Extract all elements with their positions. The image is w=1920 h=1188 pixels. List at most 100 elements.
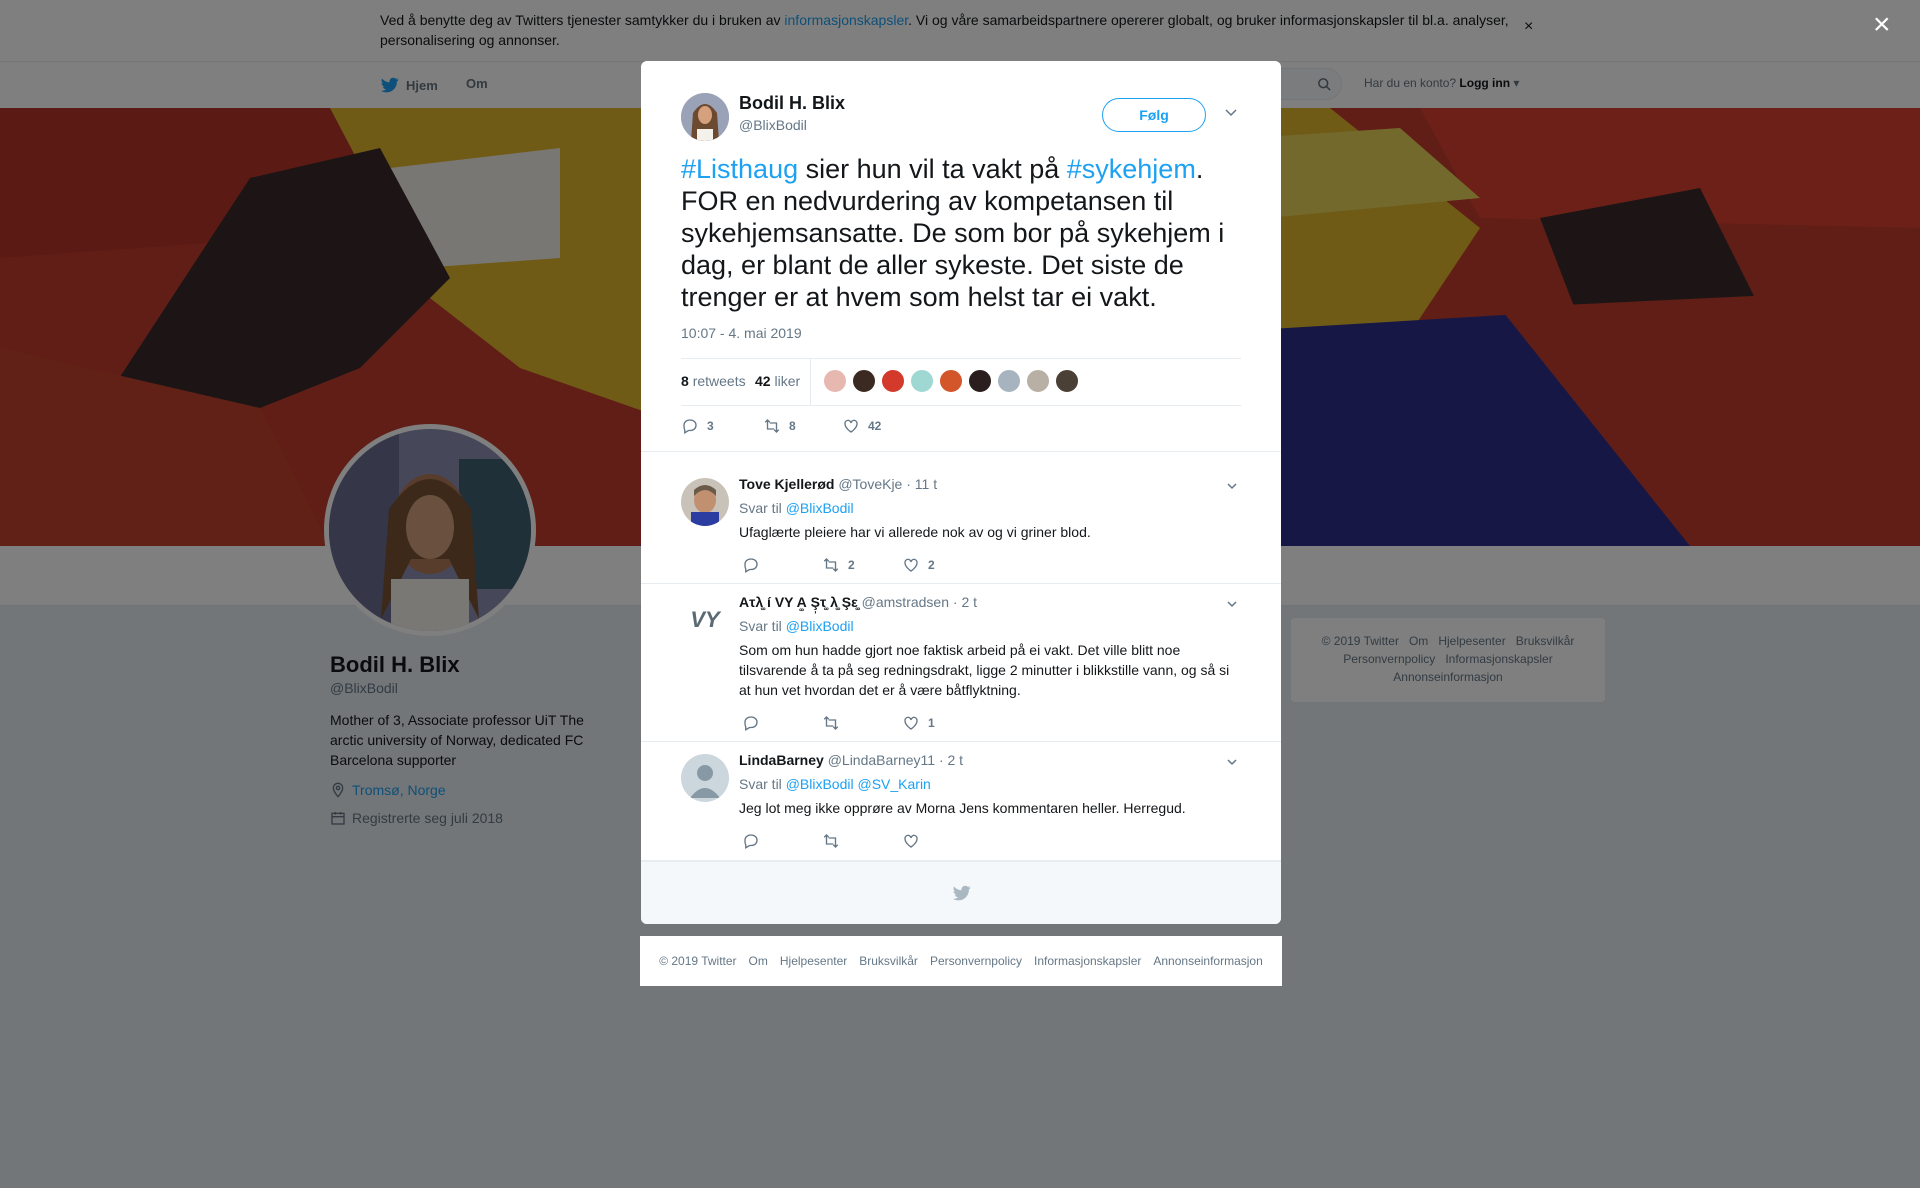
- reply-to: Svar til @BlixBodil: [739, 618, 854, 634]
- footer-copyright: © 2019 Twitter: [659, 954, 737, 968]
- footer-privacy-link[interactable]: Personvernpolicy: [930, 954, 1022, 968]
- tweet-modal: Bodil H. Blix @BlixBodil Følg #Listhaug …: [641, 61, 1281, 924]
- reply-to-mention[interactable]: @BlixBodil: [786, 618, 854, 634]
- reply-avatar[interactable]: [681, 478, 729, 526]
- reply-time[interactable]: · 2 t: [939, 752, 963, 768]
- reply-header: Tove Kjellerød @ToveKje · 11 t: [739, 476, 937, 492]
- retweet-icon: [823, 716, 839, 730]
- retweet-count: 8: [789, 419, 796, 433]
- reply-avatar[interactable]: [681, 754, 729, 802]
- retweets-stat[interactable]: 8 retweets: [681, 373, 746, 389]
- liker-avatar[interactable]: [823, 369, 847, 393]
- tweet-timestamp[interactable]: 10:07 - 4. mai 2019: [681, 325, 802, 341]
- tweet-actions: 3 8 42: [681, 417, 981, 437]
- liker-avatar[interactable]: [910, 369, 934, 393]
- hashtag-link[interactable]: #sykehjem: [1067, 154, 1196, 184]
- reply-icon: [744, 558, 758, 573]
- retweets-label: retweets: [692, 373, 746, 389]
- retweet-icon: [823, 558, 839, 572]
- tweet-author-avatar[interactable]: [681, 93, 729, 141]
- like-action[interactable]: 2: [902, 556, 935, 574]
- like-count: 42: [868, 419, 882, 433]
- likers-avatars: [823, 369, 1079, 393]
- liker-avatar[interactable]: [968, 369, 992, 393]
- reply-action[interactable]: 3: [681, 417, 714, 435]
- footer-help-link[interactable]: Hjelpesenter: [780, 954, 847, 968]
- follow-button[interactable]: Følg: [1102, 98, 1206, 132]
- reply-to: Svar til @BlixBodil @SV_Karin: [739, 776, 931, 792]
- like-action[interactable]: [902, 832, 928, 850]
- retweet-action[interactable]: [822, 714, 848, 732]
- footer-terms-link[interactable]: Bruksvilkår: [859, 954, 918, 968]
- divider: [641, 451, 1281, 452]
- reply-time[interactable]: · 11 t: [906, 476, 937, 492]
- tweet-stats: 8 retweets 42 liker: [681, 358, 1241, 406]
- reply-author-handle[interactable]: @LindaBarney11: [828, 752, 935, 768]
- reply-action[interactable]: [742, 832, 768, 850]
- reply-header: Aτλ͚ í VY A͚ Ş̩τ͚ λ͚ Şε͚ @amstradsen · 2…: [739, 594, 977, 610]
- heart-icon: [904, 558, 918, 572]
- heart-icon: [844, 419, 858, 433]
- reply-to-mention[interactable]: @BlixBodil: [786, 500, 854, 516]
- reply-to-label: Svar til: [739, 776, 782, 792]
- chevron-down-icon[interactable]: [1226, 598, 1238, 610]
- reply-to-label: Svar til: [739, 500, 782, 516]
- liker-avatar[interactable]: [881, 369, 905, 393]
- reply-header: LindaBarney @LindaBarney11 · 2 t: [739, 752, 963, 768]
- reply-action[interactable]: [742, 556, 768, 574]
- liker-avatar[interactable]: [1055, 369, 1079, 393]
- reply-text: Ufaglærte pleiere har vi allerede nok av…: [739, 524, 1091, 540]
- overlay-close-button[interactable]: ×: [1873, 10, 1891, 40]
- tweet-text-part: sier hun vil ta vakt på: [798, 154, 1067, 184]
- liker-avatar[interactable]: [997, 369, 1021, 393]
- reply-action[interactable]: [742, 714, 768, 732]
- tweet-author-handle[interactable]: @BlixBodil: [739, 117, 807, 133]
- retweet-action[interactable]: 2: [822, 556, 855, 574]
- reply-to-mention[interactable]: @BlixBodil @SV_Karin: [786, 776, 931, 792]
- modal-footer: © 2019 Twitter Om Hjelpesenter Bruksvilk…: [640, 936, 1282, 986]
- reply-tweet[interactable]: LindaBarney @LindaBarney11 · 2 t Svar ti…: [641, 742, 1281, 861]
- reply-author-handle[interactable]: @amstradsen: [862, 594, 949, 610]
- reply-text: Som om hun hadde gjort noe faktisk arbei…: [739, 642, 1230, 698]
- chevron-down-icon[interactable]: [1226, 756, 1238, 768]
- reply-icon: [683, 419, 697, 434]
- reply-author-name[interactable]: Tove Kjellerød: [739, 476, 834, 492]
- liker-avatar[interactable]: [939, 369, 963, 393]
- reply-avatar[interactable]: VY: [681, 596, 729, 644]
- footer-about-link[interactable]: Om: [749, 954, 768, 968]
- reply-actions: 2 2: [742, 556, 1042, 576]
- retweet-icon: [823, 834, 839, 848]
- like-action[interactable]: 42: [842, 417, 881, 435]
- liker-avatar[interactable]: [852, 369, 876, 393]
- reply-text: Jeg lot meg ikke opprøre av Morna Jens k…: [739, 800, 1186, 816]
- footer-cookies-link[interactable]: Informasjonskapsler: [1034, 954, 1141, 968]
- reply-tweet[interactable]: Tove Kjellerød @ToveKje · 11 t Svar til …: [641, 466, 1281, 584]
- reply-author-handle[interactable]: @ToveKje: [838, 476, 902, 492]
- likes-count: 42: [755, 373, 771, 389]
- reply-author-name[interactable]: Aτλ͚ í VY A͚ Ş̩τ͚ λ͚ Şε͚: [739, 594, 858, 610]
- retweet-count: 2: [848, 558, 855, 572]
- tweet-author-name[interactable]: Bodil H. Blix: [739, 93, 845, 114]
- reply-author-name[interactable]: LindaBarney: [739, 752, 824, 768]
- chevron-down-icon[interactable]: [1224, 105, 1238, 119]
- footer-ads-link[interactable]: Annonseinformasjon: [1153, 954, 1262, 968]
- likes-stat[interactable]: 42 liker: [755, 373, 800, 389]
- likes-label: liker: [774, 373, 801, 389]
- reply-tweet[interactable]: VY Aτλ͚ í VY A͚ Ş̩τ͚ λ͚ Şε͚ @amstradsen …: [641, 584, 1281, 742]
- reply-actions: 1: [742, 714, 1042, 734]
- reply-actions: [742, 832, 1042, 852]
- like-count: 2: [928, 558, 935, 572]
- like-action[interactable]: 1: [902, 714, 935, 732]
- reply-time[interactable]: · 2 t: [953, 594, 977, 610]
- chevron-down-icon[interactable]: [1226, 480, 1238, 492]
- retweet-action[interactable]: 8: [763, 417, 796, 435]
- retweet-action[interactable]: [822, 832, 848, 850]
- twitter-bird-icon: [952, 885, 971, 901]
- hashtag-link[interactable]: #Listhaug: [681, 154, 798, 184]
- liker-avatar[interactable]: [1026, 369, 1050, 393]
- like-count: 1: [928, 716, 935, 730]
- reply-to-label: Svar til: [739, 618, 782, 634]
- reply-avatar-photo: [681, 478, 729, 526]
- author-photo: [681, 93, 729, 141]
- stats-divider: [810, 359, 811, 405]
